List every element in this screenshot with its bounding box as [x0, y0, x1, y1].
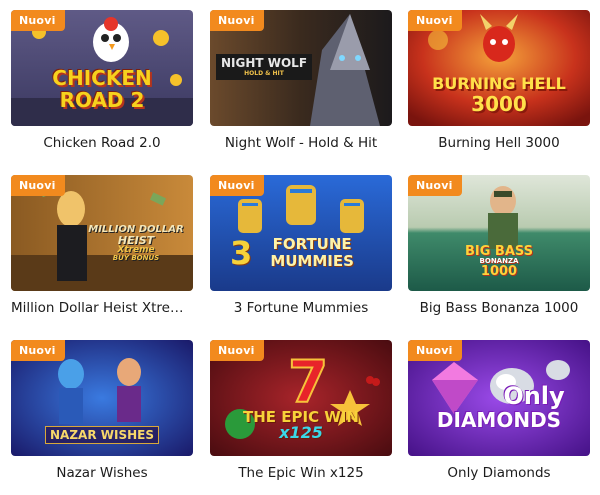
new-badge: Nuovi: [11, 10, 65, 31]
game-card[interactable]: MILLION DOLLAR HEIST Xtreme BUY BONUS Nu…: [11, 175, 193, 316]
game-card[interactable]: 7 THE EPIC WIN x125 Nuovi The Epic Win x…: [210, 340, 392, 481]
game-logo: MILLION DOLLAR HEIST Xtreme BUY BONUS: [88, 224, 184, 262]
game-logo: Only DIAMONDS: [436, 382, 565, 432]
new-badge: Nuovi: [408, 175, 462, 196]
game-logo: CHICKEN ROAD 2: [52, 66, 152, 112]
game-title[interactable]: Only Diamonds: [408, 465, 590, 481]
svg-text:7: 7: [288, 348, 328, 416]
game-title[interactable]: Night Wolf - Hold & Hit: [210, 135, 392, 151]
game-title[interactable]: Burning Hell 3000: [408, 135, 590, 151]
game-thumbnail-burning-hell[interactable]: BURNING HELL 3000 Nuovi: [408, 10, 590, 126]
new-badge: Nuovi: [11, 175, 65, 196]
game-card[interactable]: CHICKEN ROAD 2 Nuovi Chicken Road 2.0: [11, 10, 193, 151]
game-card[interactable]: NAZAR WISHES Nuovi Nazar Wishes: [11, 340, 193, 481]
game-thumbnail-3-fortune-mummies[interactable]: 3 FORTUNE MUMMIES Nuovi: [210, 175, 392, 291]
game-title[interactable]: Big Bass Bonanza 1000: [408, 300, 590, 316]
game-title[interactable]: Nazar Wishes: [11, 465, 193, 481]
game-card[interactable]: Only DIAMONDS Nuovi Only Diamonds: [408, 340, 590, 481]
game-logo: 3 FORTUNE MUMMIES: [230, 234, 354, 272]
game-title[interactable]: Million Dollar Heist Xtreme Bu...: [11, 300, 193, 316]
new-badge: Nuovi: [408, 10, 462, 31]
game-thumbnail-night-wolf[interactable]: NIGHT WOLF HOLD & HIT Nuovi: [210, 10, 392, 126]
game-thumbnail-big-bass-bonanza[interactable]: BIG BASS BONANZA 1000 Nuovi: [408, 175, 590, 291]
game-logo: THE EPIC WIN x125: [243, 408, 359, 442]
game-grid: CHICKEN ROAD 2 Nuovi Chicken Road 2.0 NI…: [0, 0, 600, 495]
game-title[interactable]: The Epic Win x125: [210, 465, 392, 481]
game-thumbnail-million-dollar-heist[interactable]: MILLION DOLLAR HEIST Xtreme BUY BONUS Nu…: [11, 175, 193, 291]
new-badge: Nuovi: [210, 175, 264, 196]
game-logo: BURNING HELL 3000: [432, 74, 566, 116]
new-badge: Nuovi: [408, 340, 462, 361]
game-thumbnail-epic-win[interactable]: 7 THE EPIC WIN x125 Nuovi: [210, 340, 392, 456]
game-logo: BIG BASS BONANZA 1000: [464, 244, 534, 279]
game-title[interactable]: 3 Fortune Mummies: [210, 300, 392, 316]
game-logo: NAZAR WISHES: [45, 426, 159, 444]
game-card[interactable]: BIG BASS BONANZA 1000 Nuovi Big Bass Bon…: [408, 175, 590, 316]
game-card[interactable]: 3 FORTUNE MUMMIES Nuovi 3 Fortune Mummie…: [210, 175, 392, 316]
game-card[interactable]: NIGHT WOLF HOLD & HIT Nuovi Night Wolf -…: [210, 10, 392, 151]
new-badge: Nuovi: [210, 340, 264, 361]
game-thumbnail-only-diamonds[interactable]: Only DIAMONDS Nuovi: [408, 340, 590, 456]
new-badge: Nuovi: [11, 340, 65, 361]
game-thumbnail-chicken-road[interactable]: CHICKEN ROAD 2 Nuovi: [11, 10, 193, 126]
new-badge: Nuovi: [210, 10, 264, 31]
game-card[interactable]: BURNING HELL 3000 Nuovi Burning Hell 300…: [408, 10, 590, 151]
game-logo: NIGHT WOLF HOLD & HIT: [216, 54, 312, 80]
game-thumbnail-nazar-wishes[interactable]: NAZAR WISHES Nuovi: [11, 340, 193, 456]
game-title[interactable]: Chicken Road 2.0: [11, 135, 193, 151]
